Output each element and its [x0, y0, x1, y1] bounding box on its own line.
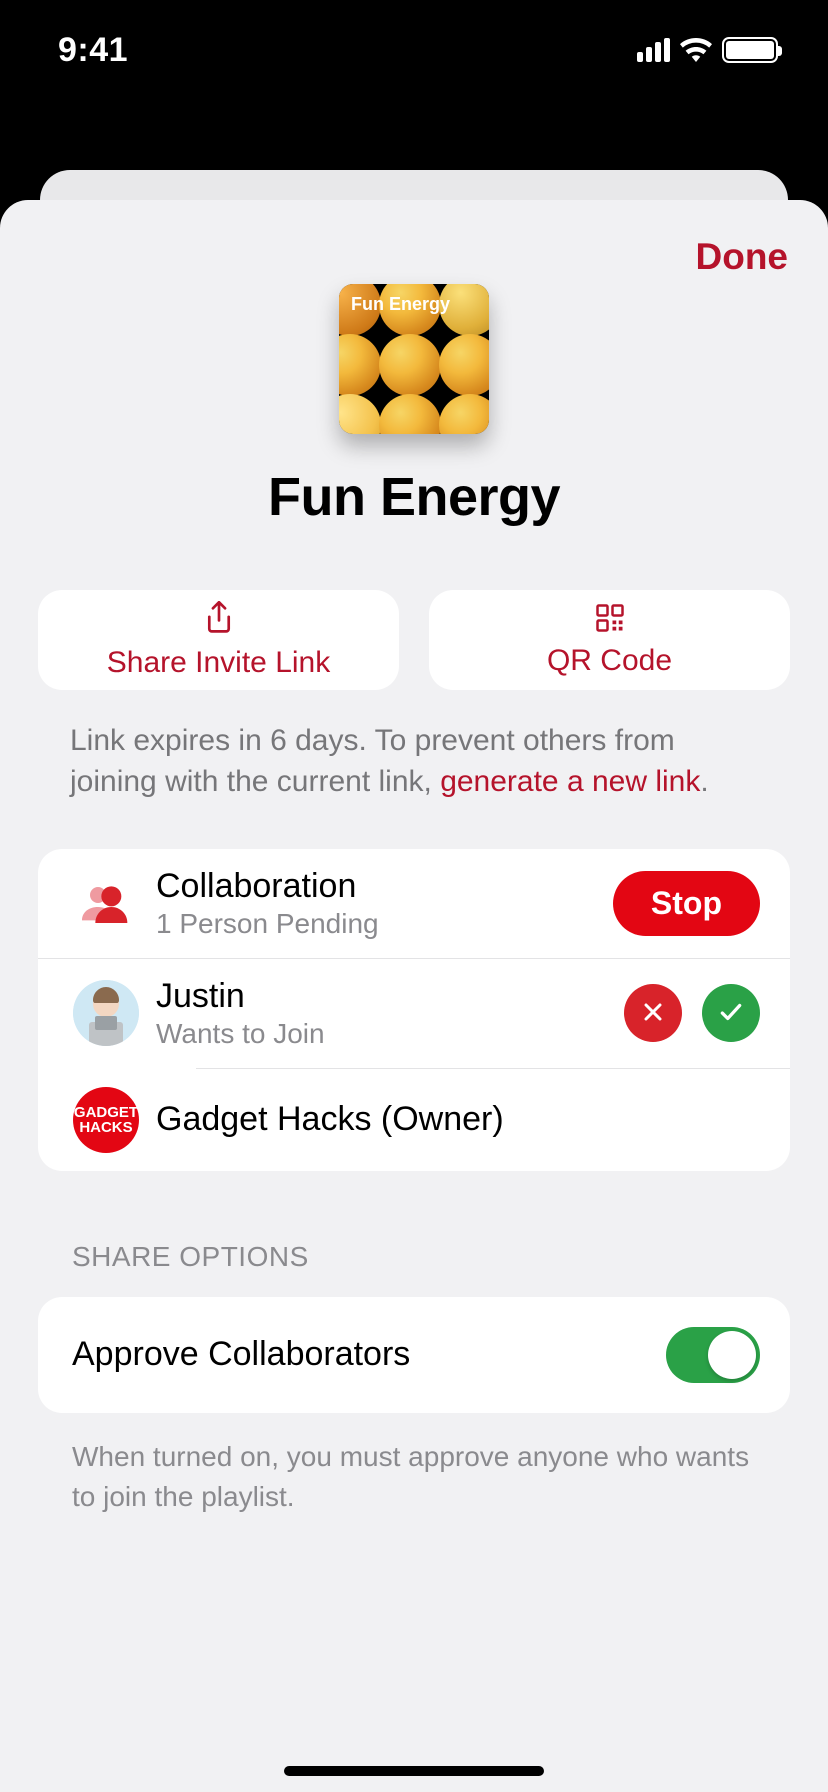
- check-icon: [718, 999, 744, 1028]
- approve-collaborators-toggle[interactable]: [666, 1327, 760, 1383]
- cover-label: Fun Energy: [351, 294, 450, 315]
- playlist-title: Fun Energy: [268, 466, 560, 528]
- reject-button[interactable]: [624, 984, 682, 1042]
- people-icon: [62, 883, 150, 923]
- playlist-cover: Fun Energy: [339, 284, 489, 434]
- generate-new-link[interactable]: generate a new link: [440, 765, 700, 798]
- collaboration-card: Collaboration 1 Person Pending Stop Just…: [38, 849, 790, 1171]
- qr-code-icon: [595, 603, 625, 636]
- share-invite-label: Share Invite Link: [107, 646, 330, 680]
- qr-code-button[interactable]: QR Code: [429, 590, 790, 690]
- cellular-icon: [637, 38, 670, 62]
- link-expiry-text: Link expires in 6 days. To prevent other…: [0, 690, 828, 803]
- approve-collaborators-note: When turned on, you must approve anyone …: [0, 1413, 828, 1517]
- pending-collaborator-row: Justin Wants to Join: [38, 959, 790, 1068]
- home-indicator[interactable]: [284, 1766, 544, 1776]
- approve-collaborators-row: Approve Collaborators: [38, 1297, 790, 1413]
- status-indicators: [637, 37, 778, 63]
- status-time: 9:41: [58, 31, 128, 70]
- share-options-header: SHARE OPTIONS: [0, 1171, 828, 1287]
- collaboration-header-row: Collaboration 1 Person Pending Stop: [38, 849, 790, 958]
- approve-button[interactable]: [702, 984, 760, 1042]
- owner-row: GADGET HACKS Gadget Hacks (Owner): [38, 1069, 790, 1171]
- battery-icon: [722, 37, 778, 63]
- stop-collaboration-button[interactable]: Stop: [613, 871, 760, 936]
- share-icon: [204, 601, 234, 638]
- pending-status: Wants to Join: [156, 1018, 604, 1050]
- modal-sheet: Done Fun Energy Fun Energy Share Invite …: [0, 200, 828, 1792]
- avatar: [73, 980, 139, 1046]
- wifi-icon: [680, 38, 712, 62]
- share-invite-link-button[interactable]: Share Invite Link: [38, 590, 399, 690]
- pending-name: Justin: [156, 977, 604, 1016]
- owner-avatar: GADGET HACKS: [73, 1087, 139, 1153]
- done-button[interactable]: Done: [696, 236, 789, 278]
- close-icon: [641, 1000, 665, 1027]
- collaboration-subtitle: 1 Person Pending: [156, 908, 613, 940]
- owner-name: Gadget Hacks (Owner): [156, 1100, 760, 1139]
- approve-collaborators-label: Approve Collaborators: [72, 1335, 410, 1374]
- status-bar: 9:41: [0, 0, 828, 100]
- qr-code-label: QR Code: [547, 644, 672, 678]
- collaboration-title: Collaboration: [156, 867, 613, 906]
